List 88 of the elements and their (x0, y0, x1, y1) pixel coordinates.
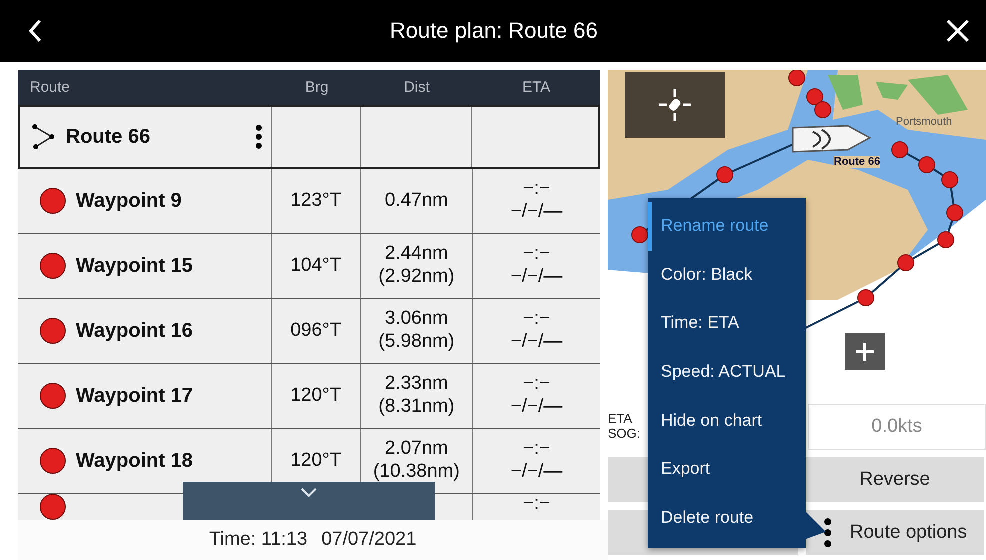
waypoint-dot-icon (40, 318, 66, 344)
column-header: Route (29, 79, 72, 96)
route-icon (32, 124, 56, 150)
eta-date-cell: −/−/— (510, 266, 563, 289)
map-place-label: Portsmouth (896, 116, 952, 128)
sog-label: SOG: (608, 426, 641, 441)
column-header: Brg (304, 79, 330, 96)
waypoint-marker-icon[interactable] (946, 204, 964, 222)
menu-item[interactable]: Export (648, 444, 806, 494)
waypoint-dot-icon (40, 188, 66, 214)
bearing-cell: 096°T (290, 320, 342, 342)
locate-boat-button[interactable] (625, 72, 725, 138)
menu-item[interactable]: Delete route (648, 494, 806, 542)
eta-time-cell: −:− (522, 494, 550, 513)
waypoint-dot-icon (40, 494, 66, 520)
waypoint-name: Waypoint 9 (76, 190, 182, 212)
waypoint-marker-icon[interactable] (918, 156, 936, 174)
bearing-cell: 104°T (290, 255, 342, 277)
map-route-label: Route 66 (834, 156, 880, 168)
waypoint-row[interactable]: Waypoint 15 104°T 2.44nm (2.92nm) −:− −/−/— (18, 234, 600, 299)
distance-cell: 2.44nm (384, 243, 448, 266)
eta-time-cell: −:− (522, 308, 550, 331)
waypoint-row[interactable]: Waypoint 16 096°T 3.06nm (5.98nm) −:− −/−/— (18, 299, 600, 364)
menu-item[interactable]: Time: ETA (648, 299, 806, 348)
waypoint-marker-icon[interactable] (892, 142, 908, 158)
eta-date-cell: −/−/— (510, 461, 563, 484)
waypoint-marker-icon[interactable] (716, 166, 734, 184)
eta-time-cell: −:− (522, 438, 550, 461)
eta-label: ETA (608, 412, 632, 426)
waypoint-name: Waypoint 16 (76, 320, 194, 342)
close-icon (946, 19, 970, 43)
zoom-in-button[interactable] (845, 333, 885, 370)
waypoint-marker-icon[interactable] (814, 102, 832, 118)
distance-cell: 2.33nm (384, 373, 448, 396)
back-icon (28, 19, 42, 43)
waypoint-marker-icon[interactable] (942, 172, 958, 188)
more-options-icon (824, 518, 832, 548)
waypoint-dot-icon (40, 383, 66, 409)
waypoint-marker-icon[interactable] (788, 70, 806, 86)
column-header: Dist (403, 79, 431, 96)
window-title: Route plan: Route 66 (390, 18, 598, 44)
waypoint-marker-icon[interactable] (632, 226, 648, 244)
boat-icon (792, 125, 872, 153)
waypoint-marker-icon[interactable] (806, 88, 824, 106)
waypoint-dot-icon (40, 448, 66, 474)
menu-item[interactable]: Color: Black (648, 250, 806, 300)
route-row[interactable]: Route 66 (18, 105, 600, 169)
eta-date-cell: −/−/— (510, 331, 563, 354)
speed-field[interactable]: 0.0kts (808, 404, 986, 450)
eta-time-cell: −:− (522, 243, 550, 266)
status-date: 07/07/2021 (322, 529, 417, 551)
chevron-down-icon (301, 488, 317, 497)
waypoint-name: Waypoint 17 (76, 384, 194, 408)
total-distance-cell: (8.31nm) (378, 396, 455, 419)
waypoint-name: Waypoint 15 (76, 254, 194, 278)
waypoint-marker-icon[interactable] (938, 232, 954, 248)
eta-date-cell: −/−/— (510, 396, 563, 419)
total-distance-cell: (5.98nm) (378, 331, 455, 354)
waypoint-marker-icon[interactable] (898, 254, 914, 272)
total-distance-cell: (10.38nm) (373, 461, 460, 484)
crosshair-icon (657, 87, 693, 123)
distance-cell: 3.06nm (384, 308, 448, 331)
eta-time-cell: −:− (522, 373, 550, 396)
waypoint-row[interactable]: Waypoint 9 123°T 0.47nm −:− −/−/— (18, 169, 600, 234)
eta-time-cell: −:− (522, 178, 550, 201)
waypoint-row[interactable]: Waypoint 17 120°T 2.33nm (8.31nm) −:− −/−/— (18, 364, 600, 429)
menu-item[interactable]: Speed: ACTUAL (648, 348, 806, 396)
bearing-cell: 120°T (290, 450, 342, 472)
reverse-button[interactable]: Reverse (806, 457, 984, 502)
waypoint-marker-icon[interactable] (858, 290, 874, 306)
status-time: Time: 11:13 (209, 529, 308, 551)
back-button[interactable] (26, 17, 44, 45)
plus-icon (855, 342, 875, 362)
more-options-icon[interactable] (255, 124, 264, 150)
column-header: ETA (521, 79, 552, 96)
waypoint-dot-icon (40, 253, 66, 279)
menu-item[interactable]: Rename route (648, 202, 806, 251)
distance-cell: 2.07nm (384, 438, 448, 461)
route-options-button[interactable]: Route options (806, 510, 984, 555)
eta-date-cell: −/−/— (510, 201, 563, 224)
distance-cell: 0.47nm (384, 190, 448, 212)
close-button[interactable] (944, 17, 972, 45)
bearing-cell: 120°T (290, 385, 342, 407)
route-name: Route 66 (66, 126, 150, 148)
bearing-cell: 123°T (290, 190, 342, 212)
waypoint-name: Waypoint 18 (76, 450, 194, 472)
menu-item[interactable]: Hide on chart (648, 396, 806, 445)
total-distance-cell: (2.92nm) (378, 266, 455, 289)
